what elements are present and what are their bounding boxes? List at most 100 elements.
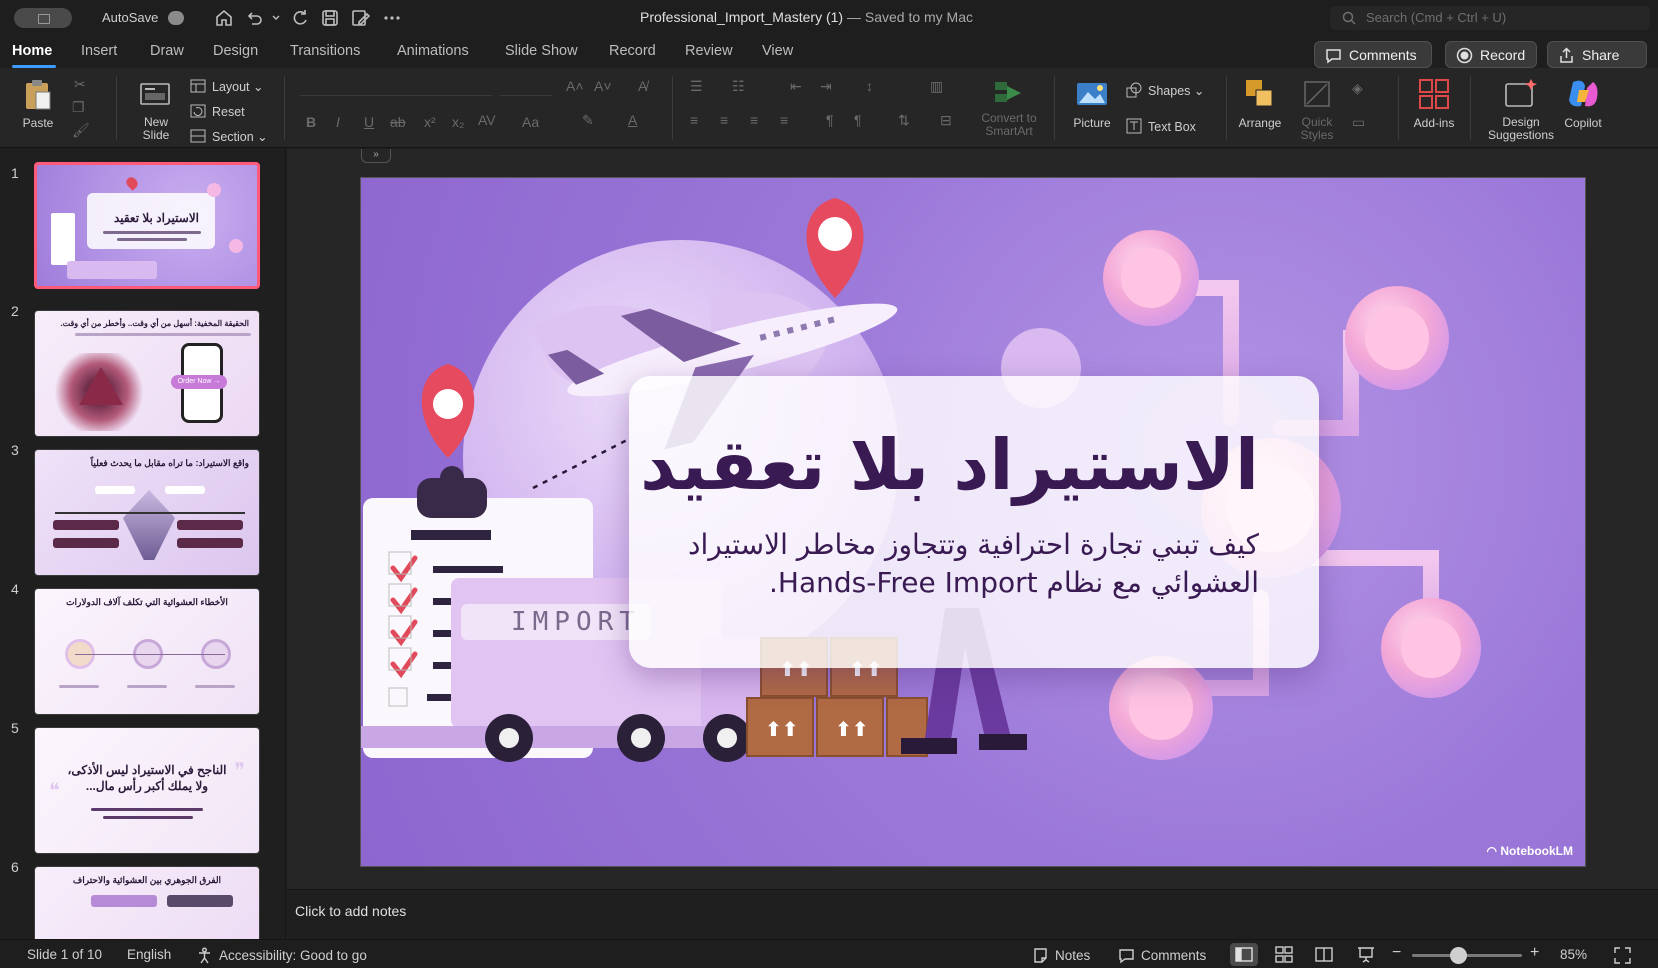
zoom-in-button[interactable]: + bbox=[1530, 944, 1539, 962]
redo-icon[interactable] bbox=[290, 8, 310, 28]
sidebar-toggle-button[interactable] bbox=[14, 8, 72, 28]
tab-record[interactable]: Record bbox=[609, 43, 656, 59]
layout-button[interactable]: Layout ⌄ bbox=[190, 78, 263, 98]
tab-animations[interactable]: Animations bbox=[397, 43, 469, 59]
section-button[interactable]: Section ⌄ bbox=[190, 128, 268, 148]
bold-icon[interactable]: B bbox=[306, 114, 316, 130]
increase-indent-icon[interactable]: ⇥ bbox=[820, 78, 832, 95]
tab-draw[interactable]: Draw bbox=[150, 43, 184, 59]
language-indicator[interactable]: English bbox=[127, 947, 171, 962]
zoom-out-button[interactable]: − bbox=[1392, 944, 1401, 962]
superscript-icon[interactable]: x² bbox=[424, 114, 436, 130]
slide-thumbnail-1[interactable]: الاستيراد بلا تعقيد bbox=[34, 162, 260, 289]
copilot-button[interactable]: Copilot bbox=[1558, 72, 1608, 130]
align-right-icon[interactable]: ≡ bbox=[750, 112, 758, 128]
subscript-icon[interactable]: x₂ bbox=[452, 114, 464, 130]
italic-icon[interactable]: I bbox=[336, 114, 340, 130]
undo-icon[interactable] bbox=[244, 8, 264, 28]
slide-thumbnail-3[interactable]: واقع الاستيراد: ما تراه مقابل ما يحدث فع… bbox=[34, 449, 260, 576]
normal-view-button[interactable] bbox=[1230, 943, 1258, 966]
shapes-button[interactable]: Shapes ⌄ bbox=[1126, 82, 1204, 102]
zoom-level[interactable]: 85% bbox=[1560, 947, 1587, 962]
add-ins-button[interactable]: Add-ins bbox=[1406, 72, 1462, 130]
accessibility-status[interactable]: Accessibility: Good to go bbox=[196, 947, 367, 964]
clear-formatting-icon[interactable]: A̸ bbox=[638, 78, 647, 94]
fit-to-window-icon[interactable] bbox=[1614, 947, 1637, 964]
align-text-icon[interactable]: ⊟ bbox=[940, 112, 952, 129]
tab-review[interactable]: Review bbox=[685, 43, 733, 59]
slide-thumbnail-5[interactable]: الناجح في الاستيراد ليس الأذكى، ولا يملك… bbox=[34, 727, 260, 854]
ltr-icon[interactable]: ¶ bbox=[854, 112, 862, 128]
expand-panel-icon[interactable]: » bbox=[361, 149, 391, 163]
record-button[interactable]: Record bbox=[1445, 41, 1537, 68]
notes-toggle-button[interactable]: Notes bbox=[1032, 947, 1090, 964]
align-center-icon[interactable]: ≡ bbox=[720, 112, 728, 128]
search-input[interactable]: Search (Cmd + Ctrl + U) bbox=[1330, 6, 1650, 30]
reset-button[interactable]: Reset bbox=[190, 103, 245, 123]
slide-subtitle[interactable]: كيف تبني تجارة احترافية وتتجاوز مخاطر ال… bbox=[669, 526, 1259, 602]
convert-smartart-button[interactable]: Convert to SmartArt bbox=[974, 72, 1044, 138]
reading-view-button[interactable] bbox=[1310, 943, 1338, 966]
slide-title[interactable]: الاستيراد بلا تعقيد bbox=[629, 424, 1259, 506]
tab-slide-show[interactable]: Slide Show bbox=[505, 43, 578, 59]
shape-outline-icon[interactable]: ▭ bbox=[1352, 114, 1365, 131]
edit-document-icon[interactable] bbox=[350, 8, 371, 28]
arrange-button[interactable]: Arrange bbox=[1232, 72, 1288, 130]
document-title[interactable]: Professional_Import_Mastery (1) — Saved … bbox=[640, 9, 973, 25]
tab-insert[interactable]: Insert bbox=[81, 43, 117, 59]
text-box-button[interactable]: Text Box bbox=[1126, 118, 1196, 138]
decrease-font-icon[interactable]: A˅ bbox=[594, 78, 612, 94]
character-spacing-icon[interactable]: AV bbox=[478, 112, 496, 128]
slide-thumbnail-6[interactable]: الفرق الجوهري بين العشوائية والاحتراف bbox=[34, 866, 260, 939]
slide-thumbnail-4[interactable]: الأخطاء العشوائية التي تكلف آلاف الدولار… bbox=[34, 588, 260, 715]
zoom-slider-handle[interactable] bbox=[1450, 947, 1467, 964]
bullets-icon[interactable]: ☰ bbox=[690, 78, 703, 95]
tab-design[interactable]: Design bbox=[213, 43, 258, 59]
decrease-indent-icon[interactable]: ⇤ bbox=[790, 78, 802, 95]
format-painter-icon[interactable]: 🖌 bbox=[72, 122, 90, 139]
chevron-down-icon[interactable] bbox=[266, 8, 280, 28]
text-direction-icon[interactable]: ⇅ bbox=[898, 112, 910, 129]
more-icon[interactable] bbox=[382, 8, 402, 28]
picture-button[interactable]: Picture bbox=[1064, 72, 1120, 130]
slide-canvas[interactable]: IMPORT ⬆⬆ ⬆⬆ ⬆⬆ ⬆⬆ الاستيراد بلا تعقيد ك… bbox=[360, 177, 1586, 867]
slide-thumbnail-2[interactable]: الحقيقة المخفية: أسهل من أي وقت.. وأخطر … bbox=[34, 310, 260, 437]
slide-show-button[interactable] bbox=[1352, 943, 1380, 966]
font-family-select[interactable] bbox=[300, 74, 492, 96]
font-color-icon[interactable]: A bbox=[628, 112, 637, 128]
numbering-icon[interactable]: ☷ bbox=[732, 78, 745, 95]
quick-styles-button[interactable]: Quick Styles bbox=[1292, 72, 1342, 142]
comments-toggle-button[interactable]: Comments bbox=[1118, 947, 1206, 964]
home-icon[interactable] bbox=[214, 8, 234, 28]
shape-fill-icon[interactable]: ◈ bbox=[1352, 80, 1363, 97]
zoom-slider[interactable] bbox=[1412, 954, 1522, 957]
tab-home[interactable]: Home bbox=[12, 43, 52, 59]
highlight-icon[interactable]: ✎ bbox=[582, 112, 594, 129]
comments-button[interactable]: Comments bbox=[1314, 41, 1432, 68]
justify-icon[interactable]: ≡ bbox=[780, 112, 788, 128]
cut-icon[interactable]: ✂ bbox=[74, 76, 86, 93]
copy-icon[interactable]: ❐ bbox=[72, 99, 85, 116]
slide-editor[interactable]: » IMPORT ⬆⬆ ⬆⬆ ⬆⬆ ⬆⬆ الاستيراد بلا تعقيد… bbox=[287, 149, 1658, 889]
font-size-select[interactable] bbox=[500, 74, 552, 96]
change-case-icon[interactable]: Aa bbox=[522, 114, 539, 130]
title-card[interactable]: الاستيراد بلا تعقيد كيف تبني تجارة احترا… bbox=[629, 376, 1319, 668]
line-spacing-icon[interactable]: ↕ bbox=[866, 78, 873, 94]
design-suggestions-button[interactable]: Design Suggestions bbox=[1480, 72, 1562, 142]
autosave-toggle[interactable] bbox=[168, 11, 184, 25]
new-slide-button[interactable]: New Slide bbox=[128, 72, 184, 142]
strikethrough-icon[interactable]: ab bbox=[390, 114, 406, 130]
columns-icon[interactable]: ▥ bbox=[930, 78, 943, 95]
increase-font-icon[interactable]: A˄ bbox=[566, 78, 584, 94]
share-button[interactable]: Share ⌄ bbox=[1547, 41, 1647, 79]
rtl-icon[interactable]: ¶ bbox=[826, 112, 834, 128]
save-icon[interactable] bbox=[320, 8, 340, 28]
underline-icon[interactable]: U bbox=[364, 114, 374, 130]
notes-pane[interactable]: Click to add notes bbox=[287, 889, 1658, 939]
slide-sorter-button[interactable] bbox=[1270, 943, 1298, 966]
align-left-icon[interactable]: ≡ bbox=[690, 112, 698, 128]
notes-placeholder[interactable]: Click to add notes bbox=[295, 903, 406, 919]
paste-button[interactable]: Paste bbox=[12, 72, 64, 130]
slide-thumbnail-panel[interactable]: 1 الاستيراد بلا تعقيد 2 الحقيقة المخفية:… bbox=[0, 149, 286, 939]
tab-transitions[interactable]: Transitions bbox=[290, 43, 360, 59]
